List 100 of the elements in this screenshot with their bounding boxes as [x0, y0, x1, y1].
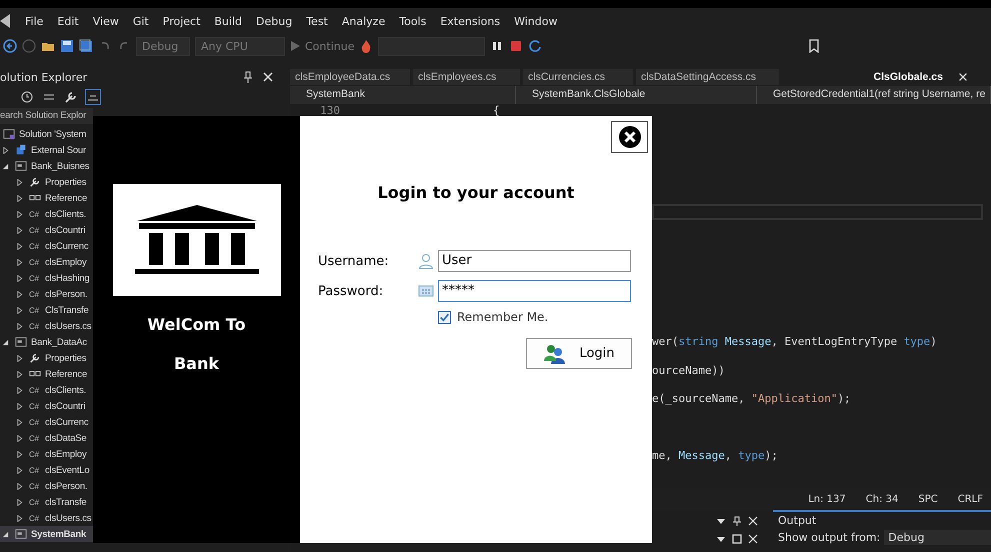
- wrench-icon[interactable]: [64, 90, 78, 104]
- expand-icon[interactable]: [16, 386, 23, 394]
- tree-item[interactable]: C# clsHashing: [0, 270, 93, 286]
- menu-item[interactable]: File: [18, 12, 50, 30]
- tree-item[interactable]: C# clsCurrenc: [0, 414, 93, 430]
- tree-item[interactable]: C# clsCurrenc: [0, 238, 93, 254]
- tree-item[interactable]: Bank_Buisnes: [0, 158, 93, 174]
- bookmark-icon[interactable]: [807, 39, 822, 53]
- tree-item[interactable]: External Sour: [0, 142, 93, 158]
- csharp-file-icon: C#: [29, 322, 41, 330]
- collapse-icon[interactable]: [2, 530, 9, 538]
- navigation-dropdown[interactable]: SystemBank.ClsGlobale: [516, 86, 757, 104]
- navigation-dropdown[interactable]: GetStoredCredential1(ref string Username, re: [757, 86, 991, 104]
- menu-item[interactable]: Analyze: [334, 12, 392, 30]
- menu-item[interactable]: Extensions: [433, 12, 508, 30]
- tree-item[interactable]: C# clsCountri: [0, 222, 93, 238]
- preview-icon[interactable]: [86, 90, 100, 104]
- expand-icon[interactable]: [2, 146, 9, 154]
- tree-item[interactable]: Reference: [0, 366, 93, 382]
- file-tab[interactable]: clsCurrencies.cs: [523, 69, 633, 85]
- save-icon[interactable]: [60, 39, 74, 53]
- expand-icon[interactable]: [16, 370, 23, 378]
- expand-icon[interactable]: [16, 498, 23, 506]
- expand-icon[interactable]: [16, 466, 23, 474]
- code-line: {: [493, 104, 500, 118]
- collapse-icon[interactable]: [2, 338, 9, 346]
- menu-item[interactable]: Window: [507, 12, 564, 30]
- expand-icon[interactable]: [16, 434, 23, 442]
- menu-item[interactable]: Test: [299, 12, 335, 30]
- tree-item[interactable]: C# clsTransfe: [0, 494, 93, 510]
- tree-item[interactable]: Solution 'System: [0, 126, 93, 142]
- tree-item[interactable]: SystemBank: [0, 526, 93, 542]
- search-field[interactable]: earch Solution Explor: [0, 108, 93, 124]
- expand-icon[interactable]: [16, 194, 23, 202]
- tree-item[interactable]: C# clsEmploy: [0, 254, 93, 270]
- expand-icon[interactable]: [16, 274, 23, 282]
- navigation-dropdown[interactable]: SystemBank: [290, 86, 516, 104]
- save-all-icon[interactable]: [79, 39, 93, 53]
- history-icon[interactable]: [20, 90, 34, 104]
- file-tab[interactable]: clsEmployeeData.cs: [290, 69, 410, 85]
- maximize-icon[interactable]: [732, 534, 742, 544]
- expand-icon[interactable]: [16, 322, 23, 330]
- tree-item[interactable]: Properties: [0, 350, 93, 366]
- pin-icon[interactable]: [732, 516, 742, 526]
- menu-item[interactable]: Debug: [249, 12, 300, 30]
- expand-icon[interactable]: [16, 226, 23, 234]
- tree-item[interactable]: Properties: [0, 174, 93, 190]
- menu-item[interactable]: Git: [126, 12, 156, 30]
- password-field[interactable]: *****: [438, 280, 631, 302]
- tree-item[interactable]: C# clsClients.: [0, 382, 93, 398]
- keypad-icon: [418, 283, 434, 299]
- menu-item[interactable]: Project: [156, 12, 208, 30]
- tree-item[interactable]: C# clsDataSe: [0, 430, 93, 446]
- login-button[interactable]: Login: [526, 338, 632, 369]
- expand-icon[interactable]: [16, 290, 23, 298]
- remember-checkbox[interactable]: [438, 310, 451, 324]
- collapse-icon[interactable]: [2, 162, 9, 170]
- tree-item[interactable]: C# clsPerson.: [0, 286, 93, 302]
- tree-item[interactable]: C# clsPerson.: [0, 478, 93, 494]
- expand-icon[interactable]: [16, 306, 23, 314]
- close-icon[interactable]: [748, 534, 758, 544]
- expand-icon[interactable]: [16, 242, 23, 250]
- expand-icon[interactable]: [16, 450, 23, 458]
- output-source-dropdown[interactable]: Debug: [884, 530, 991, 545]
- username-field[interactable]: User: [438, 250, 631, 272]
- menu-item[interactable]: Tools: [392, 12, 434, 30]
- close-button[interactable]: [611, 121, 648, 153]
- expand-icon[interactable]: [16, 418, 23, 426]
- menu-item[interactable]: View: [86, 12, 126, 30]
- back-icon[interactable]: [3, 39, 17, 53]
- panel-title: olution Explorer: [0, 70, 88, 84]
- expand-icon[interactable]: [16, 354, 23, 362]
- play-icon: [290, 41, 300, 51]
- menu-item[interactable]: Build: [207, 12, 250, 30]
- stop-icon[interactable]: [509, 39, 524, 53]
- pin-icon[interactable]: [241, 70, 255, 84]
- file-tab[interactable]: clsDataSettingAccess.cs: [636, 69, 779, 85]
- expand-icon[interactable]: [16, 482, 23, 490]
- expand-icon[interactable]: [16, 210, 23, 218]
- close-icon[interactable]: [261, 70, 275, 84]
- restart-icon[interactable]: [528, 39, 542, 53]
- menu-item[interactable]: Edit: [50, 12, 86, 30]
- tree-item[interactable]: C# clsUsers.cs: [0, 318, 93, 334]
- tree-item[interactable]: C# clsEventLo: [0, 462, 93, 478]
- csharp-file-icon: C#: [29, 258, 41, 266]
- close-icon[interactable]: [957, 71, 969, 83]
- tree-item[interactable]: C# clsClients.: [0, 206, 93, 222]
- tree-item[interactable]: C# clsCountri: [0, 398, 93, 414]
- expand-icon[interactable]: [16, 258, 23, 266]
- expand-icon[interactable]: [16, 514, 23, 522]
- file-tab[interactable]: clsEmployees.cs: [413, 69, 520, 85]
- tree-item[interactable]: C# clsUsers.cs: [0, 510, 93, 526]
- tree-item[interactable]: Reference: [0, 190, 93, 206]
- tree-item[interactable]: C# clsEmploy: [0, 446, 93, 462]
- tree-item[interactable]: Bank_DataAc: [0, 334, 93, 350]
- continue-button[interactable]: Continue: [290, 40, 354, 52]
- tree-item[interactable]: C# ClsTransfe: [0, 302, 93, 318]
- close-icon[interactable]: [748, 516, 758, 526]
- expand-icon[interactable]: [16, 178, 23, 186]
- expand-icon[interactable]: [16, 402, 23, 410]
